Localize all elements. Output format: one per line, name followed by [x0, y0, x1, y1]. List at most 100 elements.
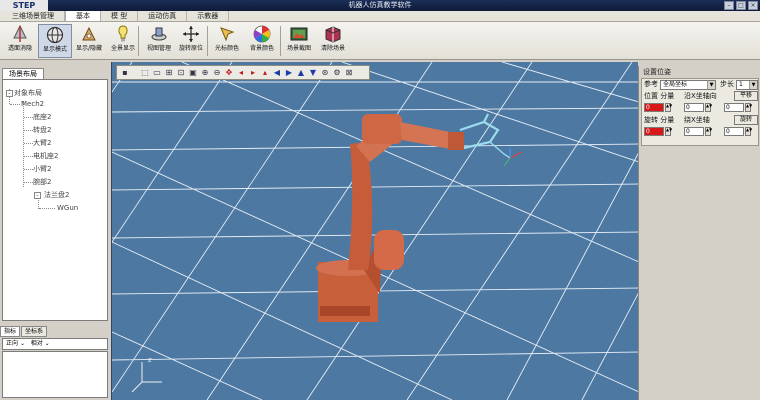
position-y-field[interactable]: 0	[684, 103, 704, 112]
panorama-button[interactable]: 全景显示	[106, 24, 140, 58]
rotate-button[interactable]: 旋转	[734, 115, 758, 125]
scene-capture-button[interactable]: 场景截图	[282, 24, 316, 58]
expand-toggle[interactable]: -	[6, 90, 13, 97]
display-mode-button[interactable]: 显示模式	[38, 24, 72, 58]
tree-item-root[interactable]: 对象布局	[14, 89, 42, 98]
view-manage-button[interactable]: 视图管理	[142, 24, 176, 58]
move-right-icon[interactable]: ▸	[248, 68, 258, 78]
rotate-up-icon[interactable]: ▲	[296, 68, 306, 78]
tool-frame-axes	[503, 148, 523, 167]
tree-item-tool[interactable]: WGun	[57, 204, 78, 213]
tree-item-wrist[interactable]: 腕部2	[33, 178, 51, 187]
zoom-all-icon[interactable]: ⊡	[176, 68, 186, 78]
reference-select[interactable]: 全局坐标 ▼	[660, 80, 716, 90]
tree-item-turntable[interactable]: 转盘2	[33, 126, 51, 135]
hide-surface-icon	[13, 24, 27, 42]
zoom-area-icon[interactable]: ▣	[188, 68, 198, 78]
tree-connector	[23, 101, 24, 187]
rotate-right-icon[interactable]: ▶	[284, 68, 294, 78]
tree-connector	[39, 208, 55, 209]
expand-toggle[interactable]: -	[34, 192, 41, 199]
cursor-color-icon	[220, 27, 235, 42]
position-x-field[interactable]: 0	[644, 103, 664, 112]
fit-view-icon[interactable]: ⊞	[164, 68, 174, 78]
settings-icon[interactable]: ⚙	[332, 68, 342, 78]
move-left-icon[interactable]: ◂	[236, 68, 246, 78]
step-select[interactable]: 1 ▼	[736, 80, 758, 90]
tree-item-flange[interactable]: 法兰盘2	[44, 191, 69, 200]
position-y-spinner[interactable]: ▲▼	[705, 103, 712, 112]
rotation-z-spinner[interactable]: ▲▼	[745, 127, 752, 136]
tree-connector	[24, 169, 33, 170]
rotate-down-icon[interactable]: ▼	[308, 68, 318, 78]
zoom-out-icon[interactable]: ⊖	[212, 68, 222, 78]
show-hide-button[interactable]: 显示/隐藏	[72, 24, 106, 58]
zoom-in-icon[interactable]: ⊕	[200, 68, 210, 78]
3d-viewport[interactable]: z	[111, 62, 638, 400]
reset-view-icon[interactable]: ⊛	[320, 68, 330, 78]
coord-options-bar: 正向 ⌄ 相对 ⌄	[2, 338, 108, 350]
rotation-label: 旋转 分量	[644, 116, 675, 124]
toolbar-separator	[280, 26, 281, 56]
direction-option[interactable]: 正向	[6, 340, 18, 347]
zoom-box-icon[interactable]: ▭	[152, 68, 162, 78]
rotation-y-field[interactable]: 0	[684, 127, 704, 136]
toolbar-label: 背景颜色	[249, 45, 274, 52]
grid-icon[interactable]: ⊠	[344, 68, 354, 78]
rotation-y-spinner[interactable]: ▲▼	[705, 127, 712, 136]
tree-item-base[interactable]: 底座2	[33, 113, 51, 122]
toolbar-separator	[138, 26, 139, 56]
tab-basic[interactable]: 基本	[65, 11, 101, 21]
background-color-button[interactable]: 背景颜色	[245, 24, 279, 58]
view-manage-icon	[151, 27, 167, 41]
pose-settings-panel: 设置位姿 参考 全局坐标 ▼ 步长 1 ▼ 位置 分量 沿X坐轴向 平移 0 ▲…	[638, 66, 760, 400]
tab-motion-sim[interactable]: 运动仿真	[138, 11, 188, 21]
tab-scene-manage[interactable]: 三维场景管理	[2, 11, 65, 21]
scene-capture-icon	[290, 27, 308, 41]
tree-connector	[24, 182, 33, 183]
rotate-home-button[interactable]: 旋转原位	[174, 24, 208, 58]
scene-canvas: z	[112, 62, 638, 400]
tab-model[interactable]: 模 型	[101, 11, 139, 21]
tab-teach-pendant[interactable]: 示教器	[187, 11, 230, 21]
close-button[interactable]: ×	[748, 1, 758, 10]
relative-option[interactable]: 相对	[31, 340, 43, 347]
window-title: 机器人仿真教学软件	[348, 1, 412, 9]
cursor-color-button[interactable]: 光标颜色	[210, 24, 244, 58]
chevron-down-icon: ⌄	[19, 340, 29, 347]
hide-surface-button[interactable]: 透面消隐	[3, 24, 37, 58]
zoom-window-icon[interactable]: ⬚	[140, 68, 150, 78]
clear-scene-button[interactable]: 清除场景	[316, 24, 350, 58]
translate-button[interactable]: 平移	[734, 91, 758, 101]
select-icon[interactable]: ▪	[120, 68, 130, 78]
rotation-x-spinner[interactable]: ▲▼	[665, 127, 672, 136]
tree-item-motor-seat[interactable]: 电机座2	[33, 152, 58, 161]
tree-connector	[24, 117, 33, 118]
position-x-spinner[interactable]: ▲▼	[665, 103, 672, 112]
tab-coord-system[interactable]: 坐标系	[21, 326, 48, 337]
position-z-field[interactable]: 0	[724, 103, 744, 112]
rotation-z-field[interactable]: 0	[724, 127, 744, 136]
clear-scene-icon	[325, 26, 341, 43]
rotate-left-icon[interactable]: ◀	[272, 68, 282, 78]
rotation-x-field[interactable]: 0	[644, 127, 664, 136]
window-controls: – □ ×	[724, 1, 758, 10]
tree-item-mech[interactable]: Mech2	[21, 100, 44, 109]
position-z-spinner[interactable]: ▲▼	[745, 103, 752, 112]
toolbar-label: 视图管理	[146, 45, 171, 52]
menu-bar: 三维场景管理 基本 模 型 运动仿真 示教器	[0, 11, 760, 22]
tab-scene-layout[interactable]: 场景布局	[2, 68, 44, 79]
move-up-icon[interactable]: ▴	[260, 68, 270, 78]
show-hide-icon	[82, 26, 96, 41]
tree-item-upper-arm[interactable]: 大臂2	[33, 139, 51, 148]
minimize-button[interactable]: –	[724, 1, 734, 10]
panorama-icon	[118, 25, 128, 42]
tab-indicator[interactable]: 指标	[0, 326, 21, 337]
maximize-button[interactable]: □	[736, 1, 746, 10]
pan-icon[interactable]: ✥	[224, 68, 234, 78]
chevron-down-icon: ▼	[749, 81, 757, 89]
panel-title: 设置位姿	[643, 68, 671, 76]
tree-item-forearm[interactable]: 小臂2	[33, 165, 51, 174]
welding-gun-tool[interactable]	[459, 113, 511, 159]
tree-connector	[24, 143, 33, 144]
